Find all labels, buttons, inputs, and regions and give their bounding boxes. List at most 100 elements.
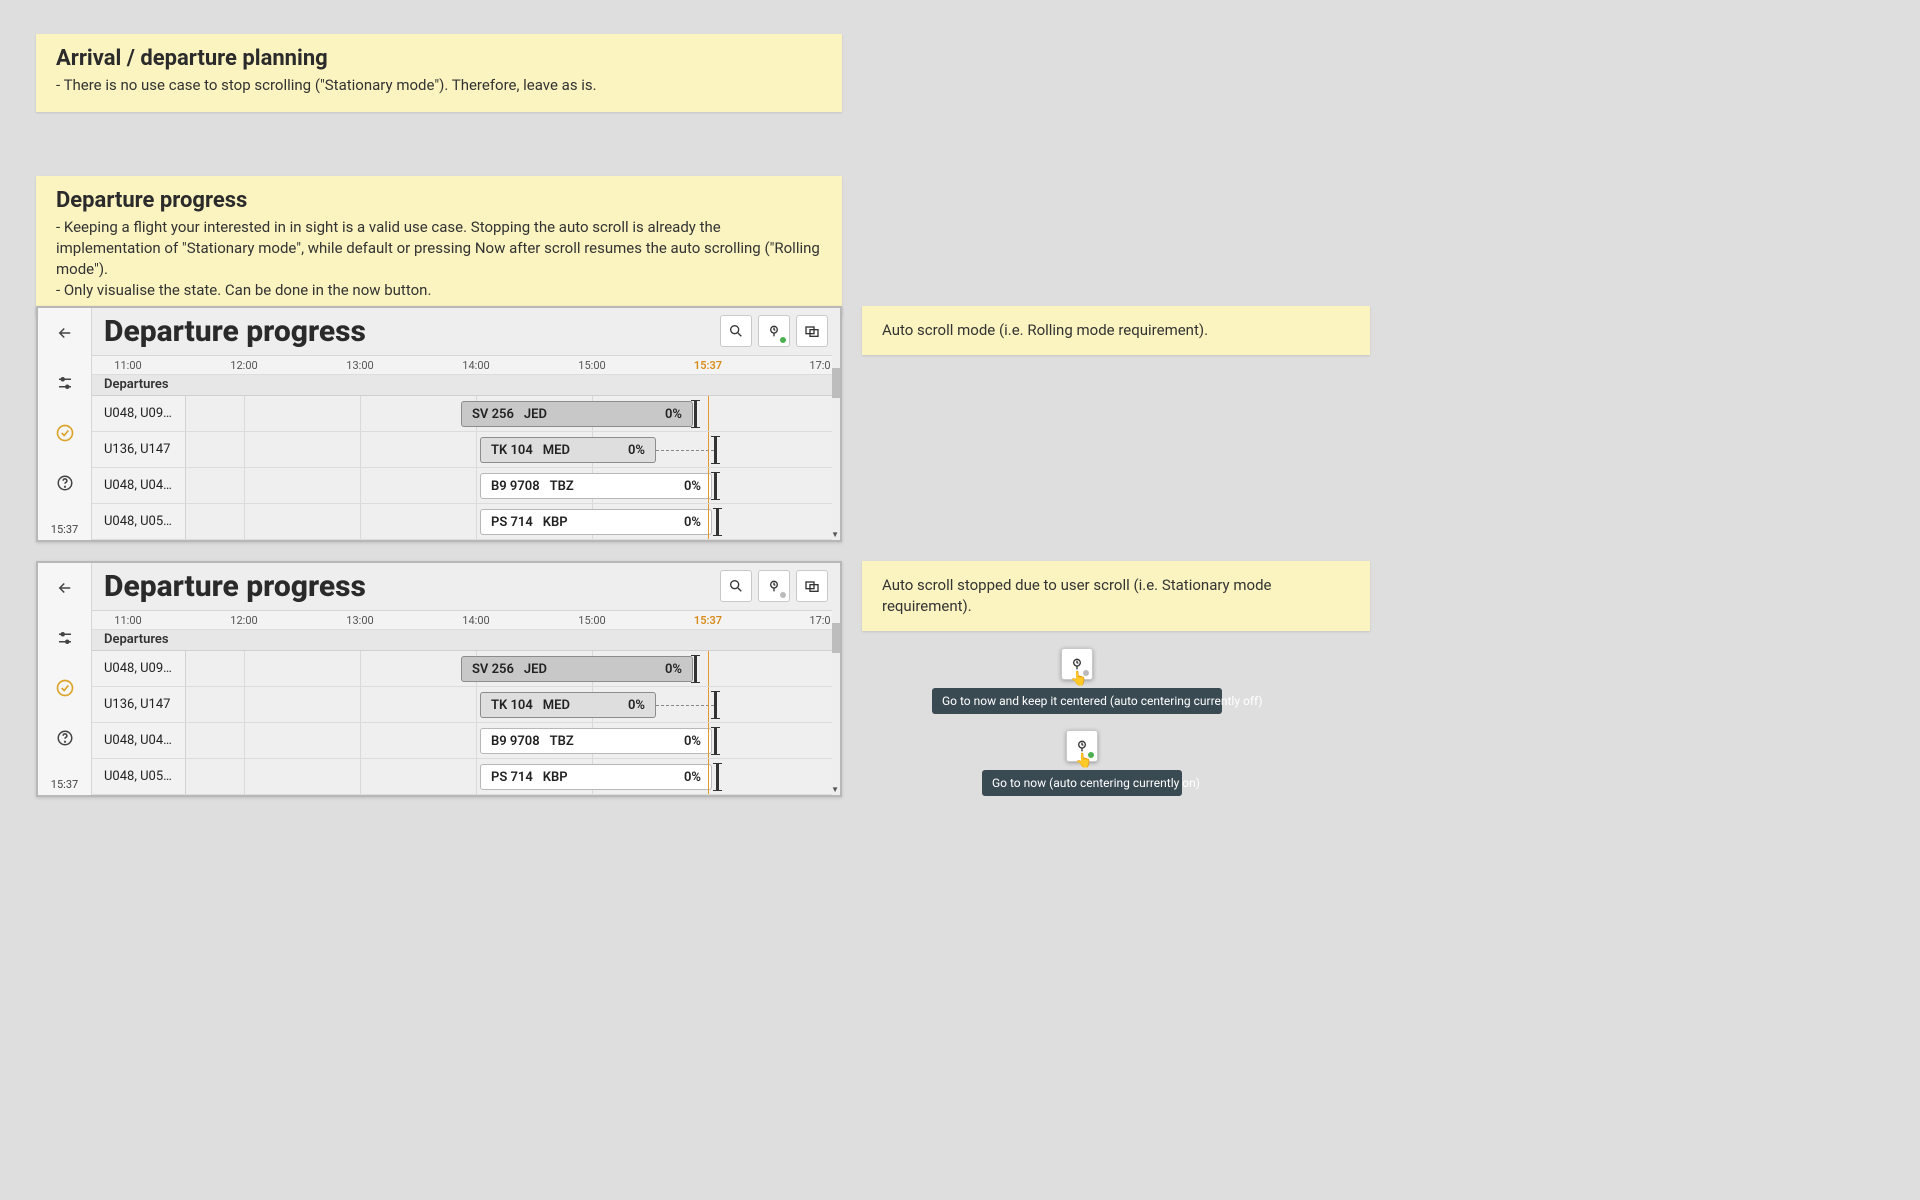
time-axis: 11:00 12:00 13:00 14:00 15:00 15:37 17:0…	[92, 356, 840, 375]
row-label: U048, U04…	[92, 723, 186, 758]
tooltip-demo-on: 👆 Go to now (auto centering currently on…	[982, 730, 1182, 796]
rail-time: 15:37	[51, 778, 78, 795]
tooltip: Go to now (auto centering currently on)	[982, 770, 1182, 796]
drag-handle[interactable]	[694, 655, 697, 683]
table-row: U136, U147 TK 104 MED 0%	[92, 432, 840, 468]
tick: 13:00	[346, 614, 373, 627]
help-icon[interactable]	[38, 713, 92, 763]
row-label: U136, U147	[92, 432, 186, 467]
search-button[interactable]	[720, 315, 752, 347]
now-button[interactable]	[758, 315, 790, 347]
check-icon[interactable]	[38, 663, 92, 713]
flight-bar[interactable]: TK 104 MED 0%	[480, 437, 656, 463]
tick: 15:00	[578, 359, 605, 372]
fullscreen-button[interactable]	[796, 570, 828, 602]
tick: 17:0	[809, 614, 830, 627]
row-label: U048, U05…	[92, 759, 186, 794]
section-header: Departures	[92, 630, 840, 651]
row-label: U048, U09…	[92, 651, 186, 686]
cursor-icon: 👆	[1070, 671, 1087, 687]
drag-handle[interactable]	[714, 472, 717, 500]
row-label: U048, U04…	[92, 468, 186, 503]
tick: 11:00	[114, 614, 141, 627]
now-button[interactable]	[758, 570, 790, 602]
drag-handle[interactable]	[716, 763, 719, 791]
flight-bar[interactable]: PS 714 KBP 0%	[480, 764, 712, 790]
flight-bar[interactable]: B9 9708 TBZ 0%	[480, 728, 712, 754]
panel-title: Departure progress	[104, 569, 720, 604]
flight-bar[interactable]: TK 104 MED 0%	[480, 692, 656, 718]
now-button-on[interactable]: 👆	[1066, 730, 1098, 762]
side-note-stationary: Auto scroll stopped due to user scroll (…	[862, 561, 1370, 631]
flight-bar[interactable]: SV 256 JED 0%	[461, 401, 693, 427]
table-row: U048, U09… SV 256 JED 0%	[92, 651, 840, 687]
vertical-scrollbar[interactable]	[832, 583, 840, 795]
scroll-down-icon[interactable]: ▼	[831, 530, 839, 539]
dashed-connector	[656, 705, 714, 706]
drag-handle[interactable]	[714, 436, 717, 464]
drag-handle[interactable]	[714, 691, 717, 719]
tick: 14:00	[462, 614, 489, 627]
row-label: U136, U147	[92, 687, 186, 722]
table-row: U048, U04… B9 9708 TBZ 0%	[92, 468, 840, 504]
tick: 11:00	[114, 359, 141, 372]
filter-icon[interactable]	[38, 358, 92, 408]
panel-title: Departure progress	[104, 314, 720, 349]
search-button[interactable]	[720, 570, 752, 602]
drag-handle[interactable]	[694, 400, 697, 428]
side-rail: 15:37	[38, 563, 92, 795]
timeline-grid[interactable]: U048, U09… SV 256 JED 0% U136, U147	[92, 651, 840, 795]
panel-header: Departure progress	[92, 563, 840, 611]
back-button[interactable]	[38, 308, 92, 358]
note-line: - Keeping a flight your interested in in…	[56, 217, 822, 280]
vertical-scrollbar[interactable]	[832, 328, 840, 540]
drag-handle[interactable]	[714, 727, 717, 755]
rail-time: 15:37	[51, 523, 78, 540]
status-dot-on-icon	[780, 337, 786, 343]
table-row: U048, U09… SV 256 JED 0%	[92, 396, 840, 432]
time-axis: 11:00 12:00 13:00 14:00 15:00 15:37 17:0…	[92, 611, 840, 630]
help-icon[interactable]	[38, 458, 92, 508]
table-row: U048, U05… PS 714 KBP 0%	[92, 504, 840, 540]
departure-panel-rolling: 15:37 Departure progress 11:00 12:00 13:…	[36, 306, 842, 542]
flight-bar[interactable]: B9 9708 TBZ 0%	[480, 473, 712, 499]
note-departure-progress: Departure progress - Keeping a flight yo…	[36, 176, 842, 317]
now-button-off[interactable]: 👆	[1061, 648, 1093, 680]
table-row: U048, U05… PS 714 KBP 0%	[92, 759, 840, 795]
departure-panel-stationary: 15:37 Departure progress 11:00 12:00 13:…	[36, 561, 842, 797]
tick: 17:0	[809, 359, 830, 372]
note-arrival-departure: Arrival / departure planning - There is …	[36, 34, 842, 112]
tick: 15:00	[578, 614, 605, 627]
note-line: - There is no use case to stop scrolling…	[56, 75, 822, 96]
note-title: Departure progress	[56, 188, 822, 213]
side-note-rolling: Auto scroll mode (i.e. Rolling mode requ…	[862, 306, 1370, 355]
note-line: - Only visualise the state. Can be done …	[56, 280, 822, 301]
side-note-text: Auto scroll mode (i.e. Rolling mode requ…	[882, 320, 1350, 341]
flight-bar[interactable]: SV 256 JED 0%	[461, 656, 693, 682]
table-row: U048, U04… B9 9708 TBZ 0%	[92, 723, 840, 759]
side-note-text: Auto scroll stopped due to user scroll (…	[882, 575, 1350, 617]
timeline-grid[interactable]: U048, U09… SV 256 JED 0% U136, U147	[92, 396, 840, 540]
note-title: Arrival / departure planning	[56, 46, 822, 71]
scroll-down-icon[interactable]: ▼	[831, 785, 839, 794]
section-header: Departures	[92, 375, 840, 396]
panel-header: Departure progress	[92, 308, 840, 356]
tick: 12:00	[230, 359, 257, 372]
filter-icon[interactable]	[38, 613, 92, 663]
back-button[interactable]	[38, 563, 92, 613]
cursor-icon: 👆	[1075, 753, 1092, 769]
now-marker: 15:37	[694, 359, 722, 372]
table-row: U136, U147 TK 104 MED 0%	[92, 687, 840, 723]
status-dot-off-icon	[780, 592, 786, 598]
fullscreen-button[interactable]	[796, 315, 828, 347]
flight-bar[interactable]: PS 714 KBP 0%	[480, 509, 712, 535]
tooltip: Go to now and keep it centered (auto cen…	[932, 688, 1222, 714]
now-marker: 15:37	[694, 614, 722, 627]
tick: 13:00	[346, 359, 373, 372]
dashed-connector	[656, 450, 714, 451]
drag-handle[interactable]	[716, 508, 719, 536]
tooltip-demo-off: 👆 Go to now and keep it centered (auto c…	[932, 648, 1222, 714]
check-icon[interactable]	[38, 408, 92, 458]
side-rail: 15:37	[38, 308, 92, 540]
tick: 12:00	[230, 614, 257, 627]
